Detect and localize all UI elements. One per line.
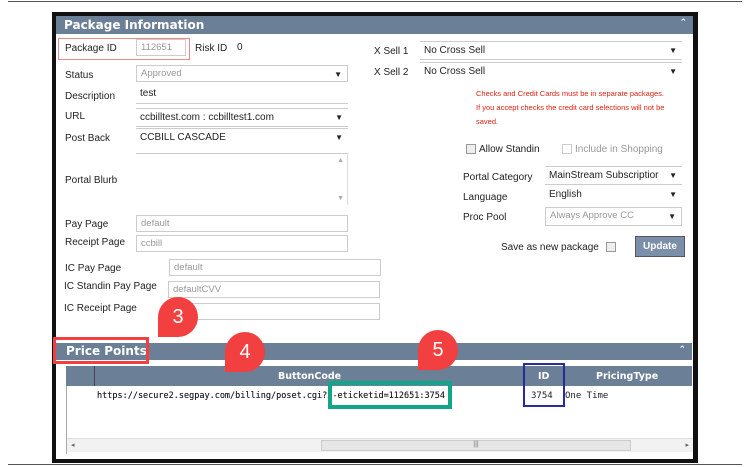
- url-value: ccbilltest.com : ccbilltest1.com: [140, 112, 274, 123]
- divider: [8, 464, 742, 465]
- callout-3: 3: [158, 297, 198, 337]
- xsell2-select[interactable]: No Cross Sell ▼: [420, 62, 682, 81]
- xsell1-select[interactable]: No Cross Sell ▼: [420, 41, 682, 60]
- chevron-down-icon: ▼: [669, 171, 677, 180]
- receipt-page-label: Receipt Page: [65, 237, 126, 248]
- post-back-value: CCBILL CASCADE: [140, 132, 226, 143]
- price-points-header: Price Points ⌃: [56, 343, 692, 360]
- pay-page-label: Pay Page: [65, 219, 109, 230]
- risk-id-label: Risk ID: [195, 43, 228, 54]
- description-input[interactable]: test: [136, 85, 348, 104]
- chevron-down-icon: ▼: [335, 113, 343, 122]
- horizontal-scrollbar[interactable]: ◂ ||| ▸: [67, 438, 693, 452]
- portal-category-value: MainStream Subscriptior: [549, 170, 659, 181]
- ic-receipt-input[interactable]: [168, 303, 380, 320]
- pricing-type-cell: One Time: [565, 391, 609, 401]
- update-button[interactable]: Update: [635, 236, 685, 257]
- ic-receipt-label: IC Receipt Page: [64, 303, 137, 314]
- col-pricingtype[interactable]: PricingType: [596, 371, 658, 382]
- callout-number: 3: [172, 306, 184, 328]
- post-back-label: Post Back: [65, 133, 111, 144]
- ic-pay-page-label: IC Pay Page: [65, 263, 122, 274]
- chevron-down-icon: ▼: [334, 70, 342, 79]
- language-value: English: [549, 189, 582, 200]
- scrollbar-thumb[interactable]: |||: [321, 440, 631, 451]
- divider: [8, 1, 742, 2]
- url-label: URL: [65, 111, 86, 122]
- receipt-page-input[interactable]: ccbill: [136, 235, 348, 252]
- allow-standin-checkbox[interactable]: Allow Standin: [466, 144, 540, 155]
- risk-id-value: 0: [237, 42, 243, 53]
- chevron-down-icon: ▼: [669, 190, 677, 199]
- chevron-down-icon: ▼: [335, 133, 343, 142]
- proc-pool-value: Always Approve CC: [550, 210, 634, 221]
- scroll-down-icon[interactable]: ▼: [337, 195, 344, 202]
- xsell2-value: No Cross Sell: [424, 66, 486, 77]
- collapse-icon[interactable]: ⌃: [679, 18, 687, 28]
- include-shopping-label: Include in Shopping: [575, 144, 663, 155]
- portal-blurb-textarea[interactable]: ▲ ▼: [136, 153, 348, 205]
- package-id-label: Package ID: [65, 43, 117, 54]
- save-new-label: Save as new package: [501, 242, 599, 253]
- portal-category-label: Portal Category: [463, 172, 533, 183]
- post-back-select[interactable]: CCBILL CASCADE ▼: [136, 128, 348, 147]
- chevron-down-icon: ▼: [668, 212, 676, 221]
- collapse-icon[interactable]: ⌃: [678, 345, 686, 355]
- xsell1-value: No Cross Sell: [424, 45, 486, 56]
- eticket-highlight: [328, 381, 452, 409]
- ic-standin-input[interactable]: defaultCVV: [168, 281, 380, 298]
- allow-standin-label: Allow Standin: [479, 144, 540, 155]
- save-new-checkbox[interactable]: [606, 242, 616, 252]
- language-label: Language: [463, 192, 508, 203]
- proc-pool-select[interactable]: Always Approve CC ▼: [545, 207, 682, 226]
- divider: [94, 366, 95, 386]
- checks-warning: Checks and Credit Cards must be in separ…: [476, 89, 665, 126]
- checkbox[interactable]: [562, 144, 572, 155]
- xsell1-label: X Sell 1: [374, 46, 409, 57]
- callout-number: 5: [432, 339, 444, 361]
- callout-5: 5: [418, 330, 458, 370]
- scroll-up-icon[interactable]: ▲: [337, 157, 344, 164]
- chevron-down-icon: ▼: [669, 67, 677, 76]
- scroll-left-icon[interactable]: ◂: [71, 441, 75, 449]
- panel-title: Package Information: [64, 18, 205, 32]
- proc-pool-label: Proc Pool: [463, 212, 507, 223]
- chevron-down-icon: ▼: [669, 46, 677, 55]
- pay-page-input[interactable]: default: [136, 215, 348, 232]
- package-id-field[interactable]: 112651: [136, 39, 186, 56]
- include-shopping-checkbox[interactable]: Include in Shopping: [562, 144, 663, 155]
- ic-standin-label: IC Standin Pay Page: [64, 281, 157, 292]
- package-info-header: Package Information ⌃: [56, 16, 693, 34]
- scroll-right-icon[interactable]: ▸: [685, 441, 689, 449]
- ic-pay-page-input[interactable]: default: [169, 259, 381, 276]
- portal-category-select[interactable]: MainStream Subscriptior ▼: [545, 166, 682, 185]
- language-select[interactable]: English ▼: [545, 186, 682, 205]
- button-code-prefix: https://secure2.segpay.com/billing/poset…: [97, 391, 333, 401]
- status-label: Status: [65, 70, 94, 81]
- price-points-highlight: [53, 337, 149, 364]
- id-highlight: [523, 363, 565, 407]
- url-select[interactable]: ccbilltest.com : ccbilltest1.com ▼: [136, 108, 348, 127]
- checkbox[interactable]: [466, 144, 476, 155]
- portal-blurb-label: Portal Blurb: [65, 175, 118, 186]
- callout-4: 4: [225, 332, 265, 372]
- status-select[interactable]: Approved ▼: [136, 65, 348, 82]
- xsell2-label: X Sell 2: [374, 67, 409, 78]
- description-label: Description: [65, 91, 116, 102]
- status-value: Approved: [141, 68, 182, 79]
- callout-number: 4: [239, 341, 251, 363]
